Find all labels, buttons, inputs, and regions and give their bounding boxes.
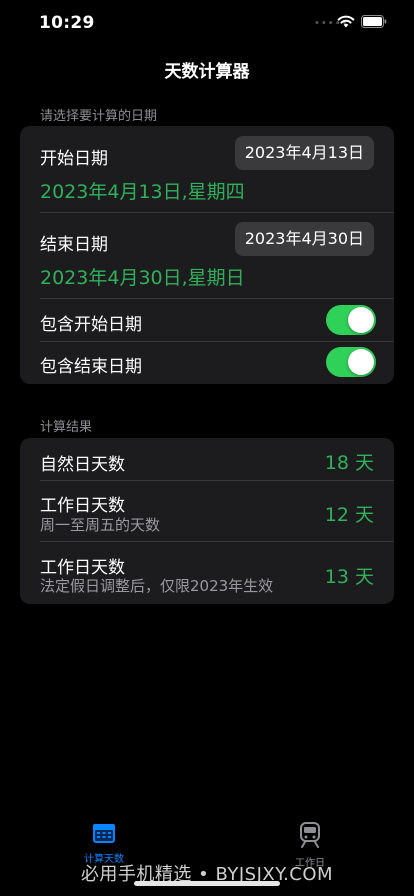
workdays-subtitle: 周一至周五的天数 bbox=[40, 516, 161, 534]
toggle-knob bbox=[348, 349, 374, 375]
natural-days-value: 18 天 bbox=[324, 452, 374, 474]
adjusted-workdays-value: 13 天 bbox=[324, 566, 374, 588]
status-time: 10:29 bbox=[39, 13, 95, 33]
wifi-icon bbox=[337, 15, 355, 28]
divider bbox=[40, 212, 394, 213]
home-indicator bbox=[134, 881, 280, 886]
natural-days-label: 自然日天数 bbox=[40, 455, 125, 475]
divider bbox=[40, 298, 394, 299]
divider bbox=[40, 480, 394, 481]
include-end-toggle[interactable] bbox=[326, 347, 376, 377]
date-selection-card: 开始日期 2023年4月13日 2023年4月13日,星期四 结束日期 2023… bbox=[20, 126, 394, 384]
result-section-header: 计算结果 bbox=[40, 420, 93, 435]
workdays-label: 工作日天数 bbox=[40, 496, 125, 516]
start-date-label: 开始日期 bbox=[40, 149, 108, 169]
workdays-value: 12 天 bbox=[324, 504, 374, 526]
include-end-label: 包含结束日期 bbox=[40, 357, 142, 377]
train-icon bbox=[300, 822, 320, 848]
end-date-full: 2023年4月30日,星期日 bbox=[40, 267, 245, 289]
result-card: 自然日天数 18 天 工作日天数 周一至周五的天数 12 天 工作日天数 法定假… bbox=[20, 438, 394, 604]
divider bbox=[40, 341, 394, 342]
start-date-full: 2023年4月13日,星期四 bbox=[40, 181, 245, 203]
calendar-icon bbox=[93, 824, 115, 843]
end-date-picker[interactable]: 2023年4月30日 bbox=[234, 222, 374, 256]
divider bbox=[40, 541, 394, 542]
start-date-picker[interactable]: 2023年4月13日 bbox=[234, 136, 374, 170]
include-start-toggle[interactable] bbox=[326, 305, 376, 335]
include-start-label: 包含开始日期 bbox=[40, 315, 142, 335]
adjusted-workdays-subtitle: 法定假日调整后，仅限2023年生效 bbox=[40, 577, 274, 595]
page-title: 天数计算器 bbox=[164, 62, 250, 82]
status-bar: 10:29 ••••• bbox=[0, 0, 414, 46]
toggle-knob bbox=[348, 307, 374, 333]
tab-calculate-days[interactable]: 计算天数 bbox=[44, 822, 164, 865]
end-date-label: 结束日期 bbox=[40, 235, 108, 255]
battery-icon bbox=[361, 15, 387, 28]
date-section-header: 请选择要计算的日期 bbox=[40, 109, 158, 124]
